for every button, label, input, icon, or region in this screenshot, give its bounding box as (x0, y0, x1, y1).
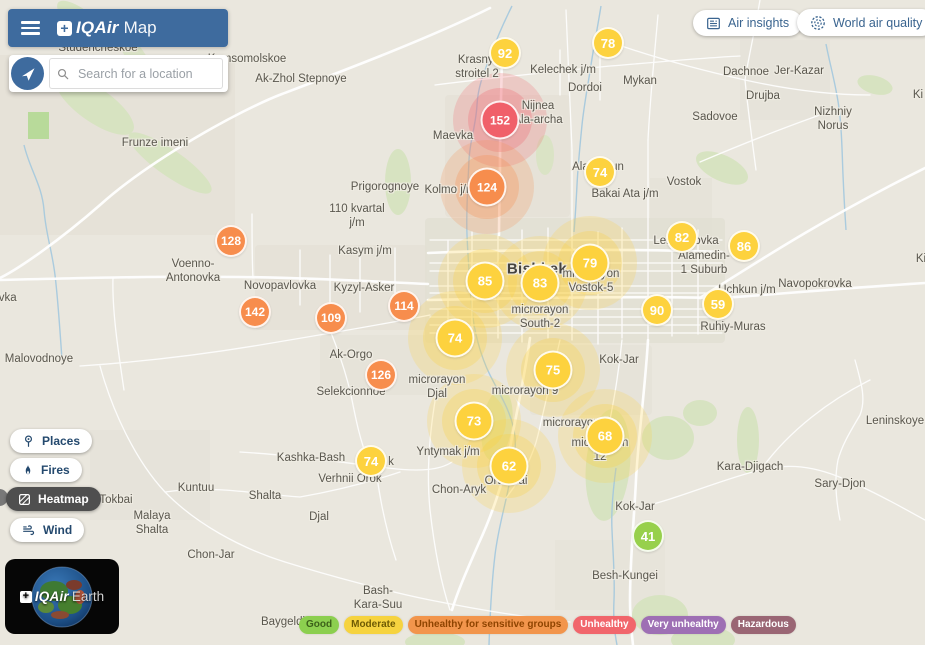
aqi-marker[interactable]: 75 (534, 351, 573, 390)
aqi-marker[interactable]: 74 (355, 445, 387, 477)
iqair-logo-icon: + (20, 591, 32, 603)
heatmap-layer-button[interactable]: Heatmap (6, 487, 101, 511)
iqair-map-app: Bishkek StudencheskoeKomsomolskoeAk-Zhol… (0, 0, 925, 645)
pin-icon (22, 434, 35, 448)
legend: Good Moderate Unhealthy for sensitive grou… (299, 616, 796, 634)
air-insights-label: Air insights (728, 16, 789, 30)
aqi-marker[interactable]: 109 (315, 302, 347, 334)
aqi-marker[interactable]: 92 (489, 37, 521, 69)
legend-item: Very unhealthy (641, 616, 726, 634)
wind-label: Wind (43, 523, 72, 537)
aqi-marker[interactable]: 126 (365, 359, 397, 391)
aqi-marker[interactable]: 62 (490, 447, 529, 486)
globe-icon (810, 15, 826, 31)
aqi-marker[interactable]: 85 (466, 262, 505, 301)
brand-name: IQAir (76, 18, 119, 38)
aqi-marker[interactable]: 152 (481, 101, 520, 140)
aqi-marker[interactable]: 114 (388, 290, 420, 322)
aqi-marker[interactable]: 128 (215, 225, 247, 257)
heatmap-label: Heatmap (38, 492, 89, 506)
aqi-marker[interactable]: 82 (666, 221, 698, 253)
wind-icon (22, 524, 36, 537)
legend-item: Unhealthy (573, 616, 635, 634)
news-icon (706, 16, 721, 31)
aqi-marker[interactable]: 68 (586, 417, 625, 456)
aqi-marker[interactable]: 90 (641, 294, 673, 326)
flame-icon (22, 463, 34, 477)
navigation-arrow-icon (20, 66, 36, 82)
menu-icon[interactable] (21, 21, 40, 35)
legend-item: Good (299, 616, 339, 634)
search-input[interactable] (76, 66, 215, 82)
aqi-marker[interactable]: 83 (521, 264, 560, 303)
aqi-marker[interactable]: 142 (239, 296, 271, 328)
aqi-marker[interactable]: 86 (728, 230, 760, 262)
aqi-marker[interactable]: 79 (571, 244, 610, 283)
aqi-marker[interactable]: 74 (436, 319, 475, 358)
places-label: Places (42, 434, 80, 448)
places-layer-button[interactable]: Places (10, 429, 92, 453)
aqi-marker[interactable]: 78 (592, 27, 624, 59)
world-air-quality-button[interactable]: World air quality (797, 9, 925, 36)
iqair-logo-icon: + (57, 21, 72, 36)
air-insights-button[interactable]: Air insights (693, 10, 802, 36)
aqi-marker[interactable]: 73 (455, 402, 494, 441)
heatmap-icon (18, 493, 31, 506)
brand-product: Map (124, 18, 157, 38)
wind-layer-button[interactable]: Wind (10, 518, 84, 542)
aqi-marker-layer: 92 78 152 124 74 128 82 86 79 85 83 59 90 114 109 142 74… (0, 0, 925, 645)
search-box (49, 58, 223, 89)
fires-label: Fires (41, 463, 70, 477)
aqi-marker[interactable]: 41 (632, 520, 664, 552)
earth-label: Earth (72, 589, 104, 604)
aqi-marker[interactable]: 124 (468, 168, 507, 207)
legend-item: Hazardous (731, 616, 796, 634)
app-logo[interactable]: + IQAir Map (57, 18, 157, 38)
legend-item: Moderate (344, 616, 402, 634)
earth-brand: IQAir (35, 589, 69, 604)
app-header: + IQAir Map (8, 9, 228, 47)
world-air-quality-label: World air quality (833, 16, 922, 30)
aqi-marker[interactable]: 74 (584, 156, 616, 188)
search-panel (9, 55, 228, 92)
earth-logo: + IQAir Earth (20, 589, 104, 604)
search-icon (57, 67, 69, 81)
aqi-marker[interactable]: 59 (702, 288, 734, 320)
legend-item: Unhealthy for sensitive groups (408, 616, 569, 634)
iqair-earth-badge[interactable]: + IQAir Earth (5, 559, 119, 634)
fires-layer-button[interactable]: Fires (10, 458, 82, 482)
locate-me-button[interactable] (11, 57, 44, 90)
